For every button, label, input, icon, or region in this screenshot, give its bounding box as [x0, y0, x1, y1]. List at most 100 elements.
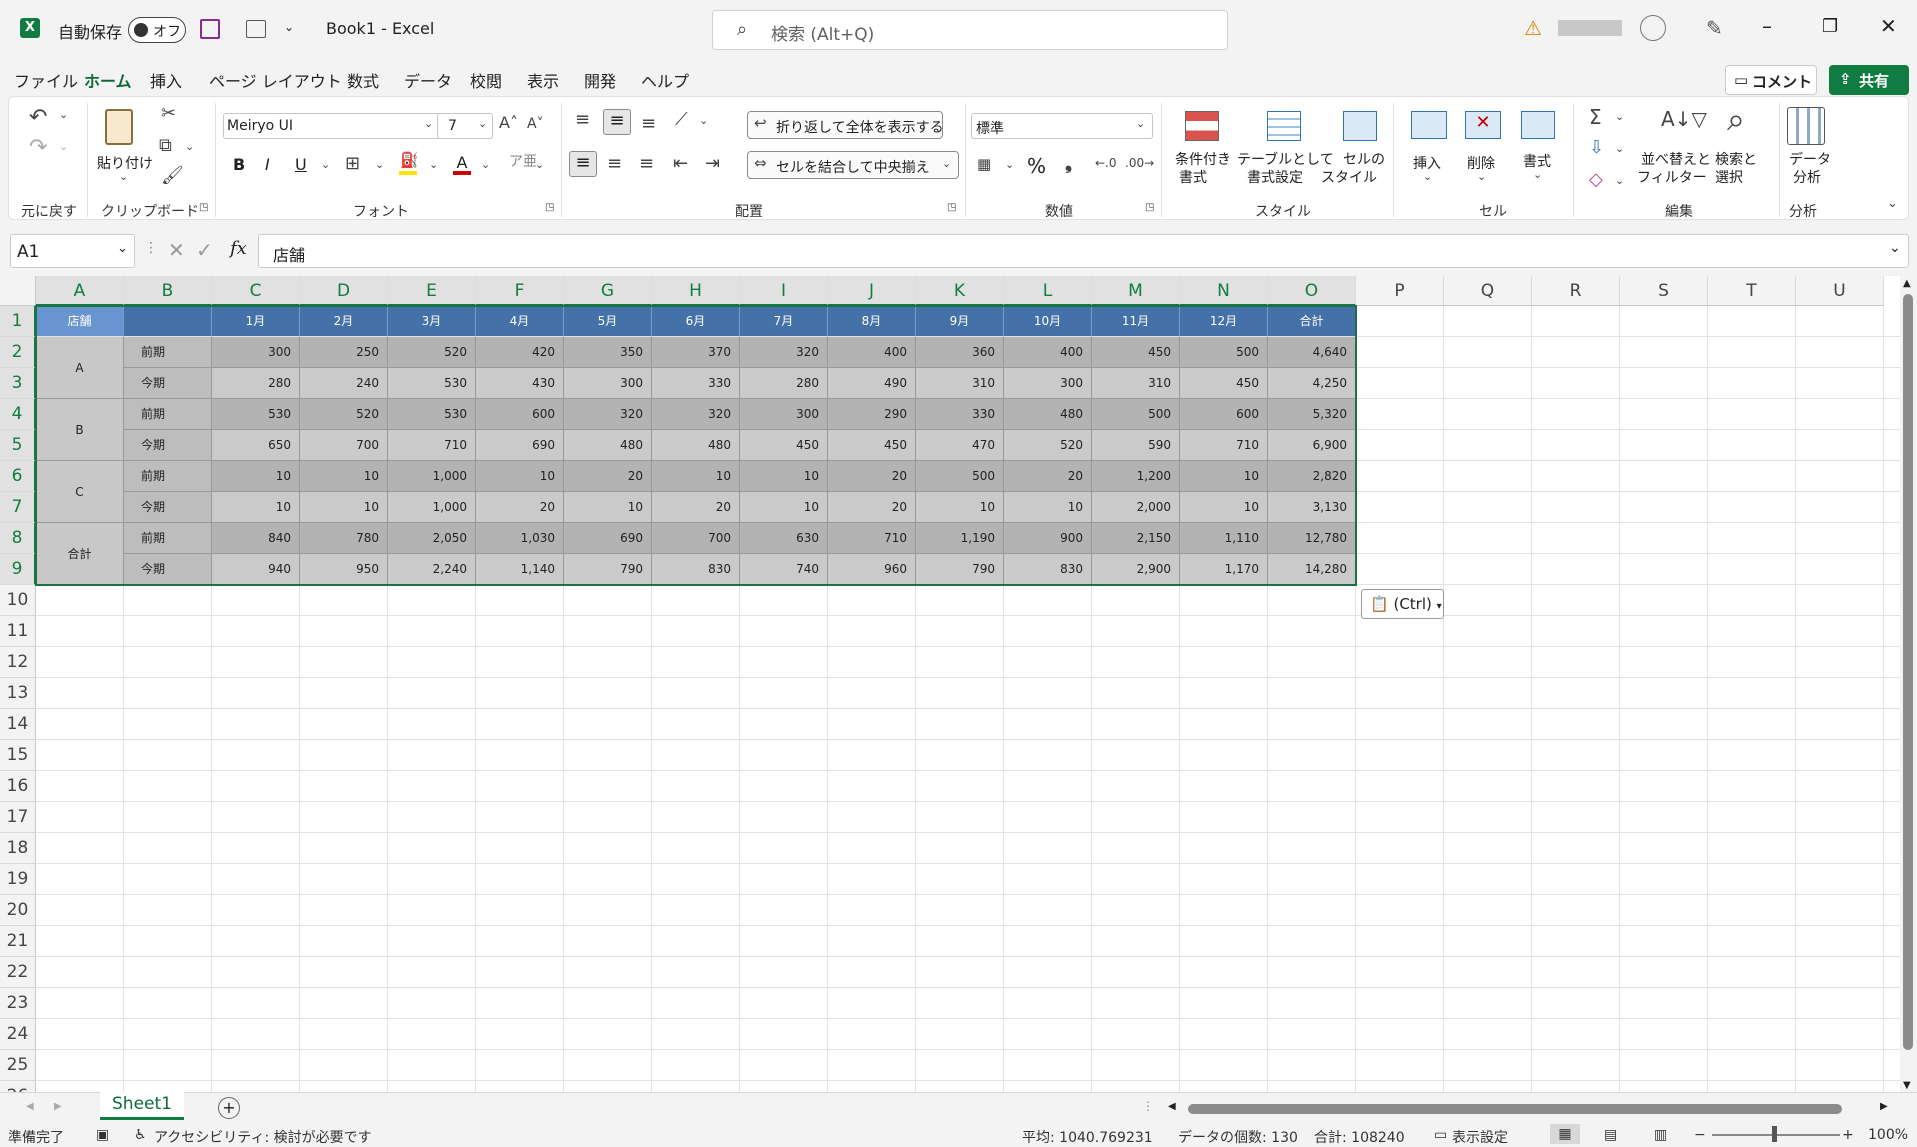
table-cell[interactable]: 480 — [652, 430, 740, 461]
paste-options-button[interactable]: 📋 (Ctrl) ▾ — [1361, 589, 1444, 619]
table-cell[interactable]: 450 — [1180, 368, 1268, 399]
formula-input[interactable]: 店舗 ⌄ — [258, 234, 1909, 268]
table-cell[interactable]: 10 — [652, 461, 740, 492]
table-header-cell[interactable]: 8月 — [828, 306, 916, 337]
row-header-4[interactable]: 4 — [0, 399, 36, 430]
underline-button[interactable]: U — [295, 155, 307, 174]
scroll-right-icon[interactable]: ▶ — [1880, 1101, 1888, 1112]
row-header-23[interactable]: 23 — [0, 988, 36, 1019]
table-header-cell[interactable]: 6月 — [652, 306, 740, 337]
orientation-dropdown-icon[interactable]: ⌄ — [699, 115, 708, 126]
save-icon[interactable] — [200, 19, 220, 39]
table-cell[interactable]: 500 — [916, 461, 1004, 492]
align-left-icon[interactable]: ≡ — [569, 151, 597, 177]
table-header-cell[interactable]: 11月 — [1092, 306, 1180, 337]
row-header-7[interactable]: 7 — [0, 492, 36, 523]
table-header-cell[interactable]: 10月 — [1004, 306, 1092, 337]
page-layout-view-icon[interactable]: ▤ — [1604, 1127, 1617, 1143]
sort-filter-icon[interactable]: A↓▽ — [1661, 109, 1707, 129]
table-cell[interactable]: 280 — [740, 368, 828, 399]
period-label-cell[interactable]: 今期 — [124, 368, 212, 399]
redo-dropdown-icon[interactable]: ⌄ — [59, 141, 68, 152]
table-header-cell[interactable]: 5月 — [564, 306, 652, 337]
period-label-cell[interactable]: 前期 — [124, 399, 212, 430]
row-header-20[interactable]: 20 — [0, 895, 36, 926]
row-header-11[interactable]: 11 — [0, 616, 36, 647]
period-label-cell[interactable]: 今期 — [124, 554, 212, 585]
status-count[interactable]: データの個数: 130 — [1178, 1127, 1298, 1147]
number-launcher-icon[interactable]: ◳ — [1145, 203, 1154, 213]
table-cell[interactable]: 2,150 — [1092, 523, 1180, 554]
merge-center-button[interactable]: ⇔ セルを結合して中央揃え ⌄ — [747, 151, 959, 179]
restore-icon[interactable]: ❐ — [1822, 16, 1838, 37]
customize-view-icon[interactable] — [246, 20, 266, 38]
table-header-cell[interactable]: 3月 — [388, 306, 476, 337]
table-cell[interactable]: 450 — [740, 430, 828, 461]
tab-file[interactable]: ファイル — [14, 68, 78, 92]
column-header-h[interactable]: H — [652, 276, 740, 306]
insert-cells-icon[interactable] — [1411, 111, 1447, 139]
expand-formula-icon[interactable]: ⌄ — [1889, 240, 1901, 256]
column-header-c[interactable]: C — [212, 276, 300, 306]
row-header-10[interactable]: 10 — [0, 585, 36, 616]
worksheet-grid[interactable]: ABCDEFGHIJKLMNOPQRSTU 1 2 3 4 5 6 7 8 9 10 11 12 13 1… — [0, 276, 1900, 1112]
orientation-icon[interactable]: ⟋ — [675, 111, 688, 129]
table-header-cell[interactable]: 7月 — [740, 306, 828, 337]
cell-styles-line1[interactable]: セルの — [1343, 149, 1385, 169]
table-cell[interactable]: 480 — [1004, 399, 1092, 430]
store-label-cell[interactable]: B — [36, 399, 124, 461]
avatar[interactable] — [1640, 15, 1666, 41]
sort-filter-line2[interactable]: フィルター — [1637, 167, 1707, 187]
column-header-e[interactable]: E — [388, 276, 476, 306]
horizontal-scroll-thumb[interactable] — [1188, 1104, 1842, 1114]
vertical-scroll-thumb[interactable] — [1903, 294, 1913, 1050]
page-break-view-icon[interactable]: ▥ — [1654, 1127, 1667, 1143]
table-cell[interactable]: 20 — [828, 461, 916, 492]
row-header-2[interactable]: 2 — [0, 337, 36, 368]
row-header-18[interactable]: 18 — [0, 833, 36, 864]
underline-dropdown-icon[interactable]: ⌄ — [321, 159, 330, 170]
table-cell[interactable]: 6,900 — [1268, 430, 1356, 461]
table-header-cell[interactable] — [124, 306, 212, 337]
wrap-text-button[interactable]: ↩ 折り返して全体を表示する — [747, 111, 944, 139]
table-cell[interactable]: 600 — [476, 399, 564, 430]
row-header-15[interactable]: 15 — [0, 740, 36, 771]
table-cell[interactable]: 10 — [212, 492, 300, 523]
table-cell[interactable]: 690 — [564, 523, 652, 554]
status-average[interactable]: 平均: 1040.769231 — [1022, 1127, 1153, 1147]
table-cell[interactable]: 3,130 — [1268, 492, 1356, 523]
clear-icon[interactable]: ◇ — [1589, 171, 1603, 189]
row-header-25[interactable]: 25 — [0, 1050, 36, 1081]
accessibility-status[interactable]: アクセシビリティ: 検討が必要です — [154, 1127, 372, 1147]
table-cell[interactable]: 10 — [916, 492, 1004, 523]
align-bottom-icon[interactable]: ≡ — [641, 115, 656, 133]
status-sum[interactable]: 合計: 108240 — [1314, 1127, 1405, 1147]
table-cell[interactable]: 590 — [1092, 430, 1180, 461]
analyze-data-icon[interactable] — [1787, 107, 1825, 145]
table-cell[interactable]: 10 — [1004, 492, 1092, 523]
name-box[interactable]: A1 ⌄ — [10, 234, 135, 268]
column-header-t[interactable]: T — [1708, 276, 1796, 306]
tab-help[interactable]: ヘルプ — [641, 68, 689, 92]
increase-font-icon[interactable]: A˄ — [499, 115, 518, 131]
table-cell[interactable]: 530 — [212, 399, 300, 430]
table-cell[interactable]: 710 — [1180, 430, 1268, 461]
sheet-tab[interactable]: Sheet1 — [100, 1092, 184, 1120]
table-cell[interactable]: 650 — [212, 430, 300, 461]
row-header-22[interactable]: 22 — [0, 957, 36, 988]
delete-cells-icon[interactable]: ✕ — [1465, 111, 1501, 139]
table-cell[interactable]: 310 — [1092, 368, 1180, 399]
conditional-formatting-icon[interactable] — [1185, 111, 1219, 141]
column-header-f[interactable]: F — [476, 276, 564, 306]
clipboard-launcher-icon[interactable]: ◳ — [199, 203, 208, 213]
cell-styles-line2[interactable]: スタイル — [1321, 167, 1377, 187]
table-cell[interactable]: 690 — [476, 430, 564, 461]
table-cell[interactable]: 530 — [388, 399, 476, 430]
table-cell[interactable]: 10 — [212, 461, 300, 492]
cell-styles-icon[interactable] — [1343, 111, 1377, 141]
redo-icon[interactable]: ↷ — [29, 137, 47, 159]
table-cell[interactable]: 320 — [740, 337, 828, 368]
table-cell[interactable]: 520 — [300, 399, 388, 430]
row-header-19[interactable]: 19 — [0, 864, 36, 895]
increase-decimal-icon[interactable]: ←.0 — [1095, 157, 1117, 169]
